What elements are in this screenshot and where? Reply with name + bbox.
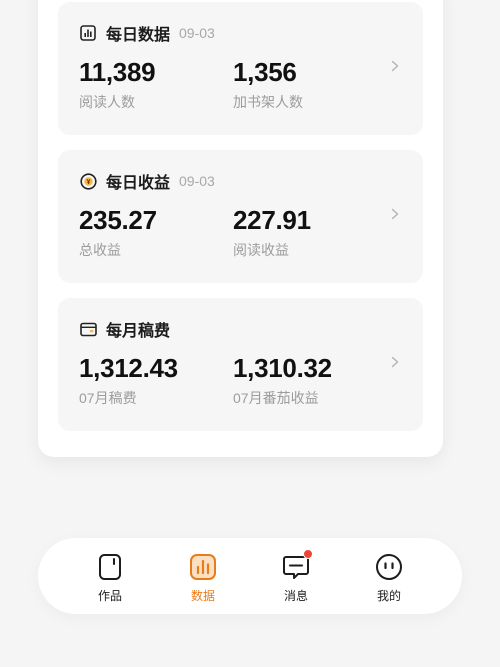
monthly-fee-card[interactable]: 每月稿费 1,312.43 07月稿费 1,310.32 07月番茄收益	[58, 298, 423, 431]
stat-label: 07月番茄收益	[233, 390, 319, 406]
stat-value: 11,389	[79, 57, 156, 87]
stat-label: 加书架人数	[233, 94, 303, 110]
card-header: 每日数据 09-03	[79, 21, 215, 45]
yen-coin-icon	[79, 172, 97, 190]
stat-fanqie-earnings: 1,310.32 07月番茄收益	[233, 352, 332, 408]
stat-label: 阅读人数	[79, 94, 135, 110]
stat-value: 1,356	[233, 57, 297, 87]
chevron-right-icon	[391, 208, 399, 220]
tab-works[interactable]: 作品	[80, 552, 140, 604]
unread-badge	[303, 549, 313, 559]
stat-monthly-fee: 1,312.43 07月稿费	[79, 352, 178, 408]
card-title: 每日收益	[106, 175, 171, 192]
works-icon	[95, 552, 125, 582]
stat-total-earnings: 235.27 总收益	[79, 204, 157, 260]
stat-value: 1,310.32	[233, 353, 332, 383]
chevron-right-icon	[391, 60, 399, 72]
stat-readers: 11,389 阅读人数	[79, 56, 156, 112]
profile-icon	[374, 552, 404, 582]
bar-chart-icon	[79, 24, 97, 42]
tab-label: 我的	[376, 589, 401, 603]
stat-reading-earnings: 227.91 阅读收益	[233, 204, 311, 260]
tab-label: 消息	[283, 589, 308, 603]
card-date: 09-03	[179, 25, 215, 41]
data-icon	[188, 552, 218, 582]
wallet-icon	[79, 320, 97, 338]
bottom-tab-bar: 作品 数据 消息 我的	[38, 538, 462, 614]
stat-value: 1,312.43	[79, 353, 178, 383]
stat-bookshelf-adds: 1,356 加书架人数	[233, 56, 303, 112]
message-icon	[281, 549, 313, 582]
daily-earnings-card[interactable]: 每日收益 09-03 235.27 总收益 227.91 阅读收益	[58, 150, 423, 283]
stat-value: 227.91	[233, 205, 311, 235]
chevron-right-icon	[391, 356, 399, 368]
tab-label: 数据	[190, 589, 215, 603]
stat-label: 07月稿费	[79, 390, 137, 406]
card-header: 每月稿费	[79, 317, 170, 341]
tab-profile[interactable]: 我的	[359, 552, 419, 604]
card-title: 每月稿费	[106, 323, 171, 340]
tab-label: 作品	[97, 589, 122, 603]
card-header: 每日收益 09-03	[79, 169, 215, 193]
card-title: 每日数据	[106, 27, 171, 44]
tab-messages[interactable]: 消息	[266, 549, 326, 604]
stat-value: 235.27	[79, 205, 157, 235]
stat-label: 总收益	[79, 242, 121, 258]
data-panel: 每日数据 09-03 11,389 阅读人数 1,356 加书架人数 每日收益 …	[38, 0, 443, 457]
stat-label: 阅读收益	[233, 242, 289, 258]
tab-data[interactable]: 数据	[173, 552, 233, 604]
daily-data-card[interactable]: 每日数据 09-03 11,389 阅读人数 1,356 加书架人数	[58, 2, 423, 135]
card-date: 09-03	[179, 173, 215, 189]
